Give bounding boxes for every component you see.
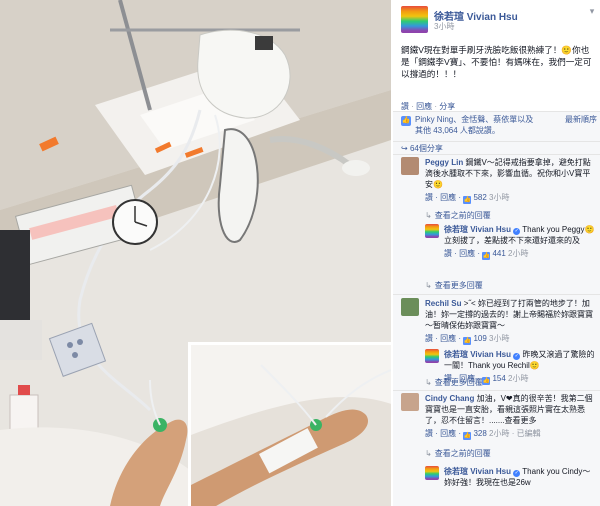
commenter-avatar[interactable] (401, 393, 419, 411)
author-avatar[interactable] (401, 6, 428, 33)
like-thumb-icon: 👍 (401, 116, 411, 126)
reply-arrow-icon: ↳ (425, 281, 432, 290)
post-time[interactable]: 3小時 (434, 21, 454, 32)
view-more-replies-label: 查看更多回覆 (434, 378, 483, 387)
commenter-avatar[interactable] (401, 298, 419, 316)
reply-time[interactable]: 2小時 (508, 249, 528, 258)
like-thumb-icon: 👍 (463, 337, 472, 345)
reply: 徐若瑄 Vivian Hsu ✓ Thank you Cindy～妳好強！我現在… (425, 466, 597, 504)
view-more-replies-label: 查看更多回覆 (434, 281, 483, 290)
view-previous-replies-label: 查看之前的回覆 (434, 211, 491, 220)
comment-actions[interactable]: 讚 · 回應 · (425, 334, 463, 343)
commenter-name[interactable]: Peggy Lin (425, 158, 463, 167)
comment-like-count[interactable]: 328 (473, 429, 486, 438)
replier-avatar[interactable] (425, 466, 439, 480)
post-header: 徐若瑄 Vivian Hsu 3小時 ▾ (401, 6, 597, 36)
view-more-replies[interactable]: ↳ 查看更多回覆 (425, 377, 483, 388)
post-detail-pane: 徐若瑄 Vivian Hsu 3小時 ▾ 鋼鐵V現在對單手刷牙洗臉吃飯很熟練了！… (393, 0, 600, 506)
replier-avatar[interactable] (425, 224, 439, 238)
comment-time[interactable]: 3小時 (489, 193, 509, 202)
reply: 徐若瑄 Vivian Hsu ✓ Thank you Peggy🙂立刻拔了，差點… (425, 224, 597, 274)
reply-like-count[interactable]: 441 (492, 249, 505, 258)
like-thumb-icon: 👍 (482, 252, 491, 260)
comment-like-count[interactable]: 109 (473, 334, 486, 343)
like-thumb-icon: 👍 (482, 377, 491, 385)
commenter-avatar[interactable] (401, 157, 419, 175)
post-photo[interactable] (0, 0, 391, 506)
view-previous-replies[interactable]: ↳ 查看之前的回覆 (425, 210, 491, 221)
comment-time[interactable]: 3小時 (489, 334, 509, 343)
shares-count[interactable]: ↪ 64個分享 (401, 143, 443, 154)
commenter-name[interactable]: Cindy Chang (425, 394, 474, 403)
replier-avatar[interactable] (425, 349, 439, 363)
divider (393, 141, 600, 142)
reply-like-count[interactable]: 154 (492, 374, 505, 383)
share-link[interactable]: 分享 (439, 102, 455, 111)
reply-arrow-icon: ↳ (425, 378, 432, 387)
comment-actions[interactable]: 讚 · 回應 · (425, 429, 463, 438)
divider (393, 154, 600, 155)
likes-text[interactable]: Pinky Ning、金恬聲、蔡依單以及其他 43,064 人都說讚。 (415, 114, 535, 136)
comment-meta: 讚 · 回應 · 👍 582 3小時 (425, 192, 595, 204)
comment: Cindy Chang 加油，V❤真的很辛苦！我第二個寶寶也是一直安胎，看親這張… (401, 393, 597, 451)
reply-arrow-icon: ↳ (425, 449, 432, 458)
view-more-replies[interactable]: ↳ 查看更多回覆 (425, 280, 483, 291)
comment-actions[interactable]: 讚 · 回應 · (425, 193, 463, 202)
comment-like-count[interactable]: 582 (473, 193, 486, 202)
arm-iv-illustration (191, 345, 391, 506)
divider (393, 111, 600, 112)
share-icon: ↪ (401, 144, 408, 153)
replier-name[interactable]: 徐若瑄 Vivian Hsu (444, 350, 511, 359)
comment-meta: 讚 · 回應 · 👍 109 3小時 (425, 333, 595, 345)
like-thumb-icon: 👍 (463, 432, 472, 440)
verified-icon: ✓ (513, 353, 521, 360)
comment: Peggy Lin 鋼鐵V～記得戒指要拿掉，避免打點滴後水腫取不下來，影響血循。… (401, 157, 597, 217)
view-previous-replies[interactable]: ↳ 查看之前的回覆 (425, 448, 491, 459)
comment: Rechil Su >˝< 妳已經到了打兩管的地步了！加油！妳一定撐的過去的！謝… (401, 298, 597, 346)
reply-actions[interactable]: 讚 · 回應 · (444, 249, 482, 258)
replier-name[interactable]: 徐若瑄 Vivian Hsu (444, 225, 511, 234)
comment-link[interactable]: 回應 (416, 102, 432, 111)
like-thumb-icon: 👍 (463, 196, 472, 204)
replier-name[interactable]: 徐若瑄 Vivian Hsu (444, 467, 511, 476)
divider (393, 294, 600, 295)
likes-summary: 👍 Pinky Ning、金恬聲、蔡依單以及其他 43,064 人都說讚。 最新… (401, 114, 597, 140)
reply-arrow-icon: ↳ (425, 211, 432, 220)
shares-label: 64個分享 (409, 144, 443, 153)
commenter-name[interactable]: Rechil Su (425, 299, 461, 308)
sort-newest[interactable]: 最新順序 (565, 114, 597, 125)
like-link[interactable]: 讚 (401, 102, 409, 111)
divider (393, 390, 600, 391)
post-text: 鋼鐵V現在對單手刷牙洗臉吃飯很熟練了！🙂你也是「鋼鐵李V寶」、不要怕！有媽咪在，… (401, 45, 592, 79)
reply-time[interactable]: 2小時 (508, 374, 528, 383)
verified-icon: ✓ (513, 470, 521, 477)
inset-photo (188, 342, 391, 506)
verified-icon: ✓ (513, 228, 521, 235)
comment-meta: 讚 · 回應 · 👍 328 2小時 · 已編輯 (425, 428, 595, 440)
comment-time[interactable]: 2小時 · 已編輯 (489, 429, 541, 438)
view-previous-replies-label: 查看之前的回覆 (434, 449, 491, 458)
chevron-down-icon[interactable]: ▾ (587, 6, 597, 16)
reply-meta: 讚 · 回應 · 👍 441 2小時 (444, 248, 596, 260)
